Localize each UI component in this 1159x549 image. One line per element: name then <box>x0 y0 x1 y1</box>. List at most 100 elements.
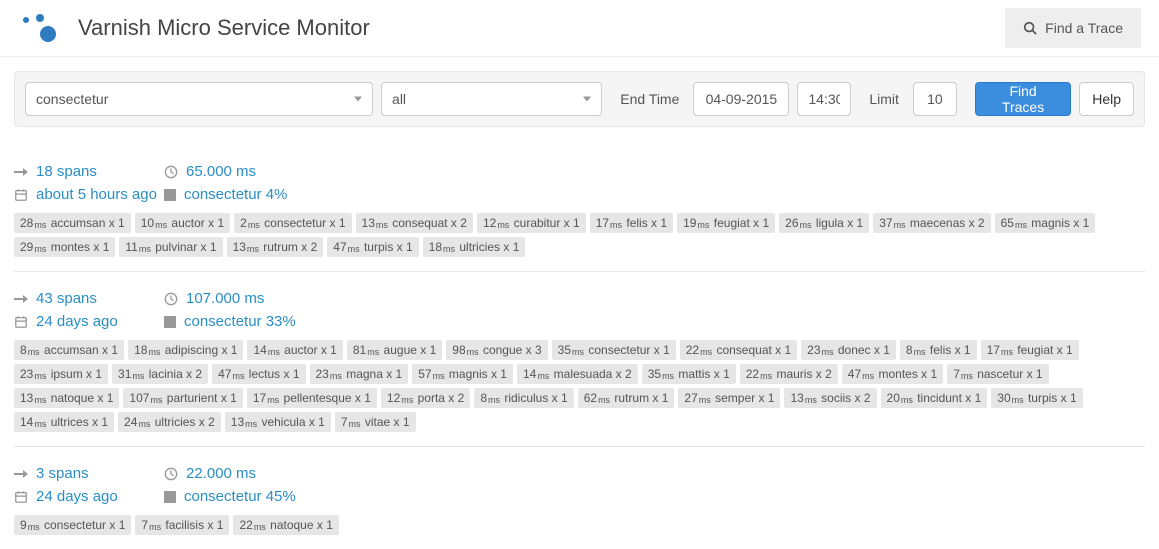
span-tag[interactable]: 14ms auctor x 1 <box>247 340 342 360</box>
tag-ms-unit: ms <box>34 419 46 429</box>
tag-name: auctor x 1 <box>168 216 224 230</box>
tag-ms: 14 <box>20 415 33 429</box>
end-time-input[interactable] <box>797 82 851 116</box>
limit-input[interactable] <box>913 82 957 116</box>
arrow-right-icon <box>14 293 28 305</box>
trace-percentage-link[interactable]: consectetur 4% <box>184 186 287 203</box>
trace-spans-link[interactable]: 3 spans <box>36 465 89 482</box>
span-tag[interactable]: 62ms rutrum x 1 <box>578 388 675 408</box>
end-date-input[interactable] <box>693 82 789 116</box>
span-tag[interactable]: 107ms parturient x 1 <box>123 388 242 408</box>
tag-name: lectus x 1 <box>245 367 299 381</box>
span-tag[interactable]: 8ms accumsan x 1 <box>14 340 124 360</box>
span-tag[interactable]: 8ms felis x 1 <box>900 340 977 360</box>
trace-age-link[interactable]: 24 days ago <box>36 488 118 505</box>
tag-name: magnis x 1 <box>446 367 507 381</box>
span-tag[interactable]: 28ms accumsan x 1 <box>14 213 131 233</box>
span-tag[interactable]: 11ms pulvinar x 1 <box>119 237 222 257</box>
span-tag[interactable]: 9ms consectetur x 1 <box>14 515 131 535</box>
help-button[interactable]: Help <box>1079 82 1134 116</box>
span-tag[interactable]: 20ms tincidunt x 1 <box>881 388 988 408</box>
span-tag[interactable]: 7ms facilisis x 1 <box>135 515 229 535</box>
span-tag[interactable]: 27ms semper x 1 <box>678 388 780 408</box>
span-tag[interactable]: 37ms maecenas x 2 <box>873 213 990 233</box>
calendar-icon <box>14 315 28 329</box>
span-tag[interactable]: 12ms porta x 2 <box>381 388 470 408</box>
trace-age-link[interactable]: 24 days ago <box>36 313 118 330</box>
span-tag[interactable]: 22ms mauris x 2 <box>740 364 838 384</box>
trace-duration-link[interactable]: 65.000 ms <box>186 163 256 180</box>
trace-duration-link[interactable]: 107.000 ms <box>186 290 264 307</box>
span-tag[interactable]: 13ms vehicula x 1 <box>225 412 331 432</box>
span-tag[interactable]: 30ms turpis x 1 <box>991 388 1082 408</box>
span-tag[interactable]: 26ms ligula x 1 <box>779 213 869 233</box>
span-tag[interactable]: 7ms vitae x 1 <box>335 412 416 432</box>
tag-name: augue x 1 <box>380 343 436 357</box>
trace-results: 18 spans 65.000 ms about 5 hours ago consec… <box>0 145 1159 549</box>
span-tag[interactable]: 29ms montes x 1 <box>14 237 115 257</box>
span-tag[interactable]: 35ms consectetur x 1 <box>552 340 676 360</box>
span-tag[interactable]: 47ms montes x 1 <box>842 364 943 384</box>
trace-age-link[interactable]: about 5 hours ago <box>36 186 157 203</box>
tag-ms-unit: ms <box>148 347 160 357</box>
trace-spans-link[interactable]: 43 spans <box>36 290 97 307</box>
span-tag[interactable]: 19ms feugiat x 1 <box>677 213 775 233</box>
span-tag[interactable]: 18ms adipiscing x 1 <box>128 340 243 360</box>
trace-spans-link[interactable]: 18 spans <box>36 163 97 180</box>
tag-ms: 35 <box>558 343 571 357</box>
span-tag[interactable]: 23ms ipsum x 1 <box>14 364 108 384</box>
tag-ms: 7 <box>141 518 148 532</box>
span-tag[interactable]: 10ms auctor x 1 <box>135 213 230 233</box>
span-tag[interactable]: 22ms consequat x 1 <box>680 340 797 360</box>
tag-name: feugiat x 1 <box>710 216 769 230</box>
span-tag[interactable]: 14ms malesuada x 2 <box>517 364 638 384</box>
span-tag[interactable]: 18ms ultricies x 1 <box>423 237 526 257</box>
span-tag[interactable]: 7ms nascetur x 1 <box>947 364 1048 384</box>
span-tag[interactable]: 35ms mattis x 1 <box>642 364 736 384</box>
service-select[interactable]: consectetur <box>25 82 373 116</box>
tag-ms-unit: ms <box>401 395 413 405</box>
find-traces-button[interactable]: Find Traces <box>975 82 1071 116</box>
tag-ms-unit: ms <box>34 220 46 230</box>
span-tag[interactable]: 12ms curabitur x 1 <box>477 213 586 233</box>
tag-ms: 27 <box>684 391 697 405</box>
span-tag[interactable]: 13ms sociis x 2 <box>784 388 876 408</box>
span-select[interactable]: all <box>381 82 602 116</box>
span-tag[interactable]: 13ms rutrum x 2 <box>227 237 324 257</box>
tag-name: vehicula x 1 <box>258 415 325 429</box>
span-tag[interactable]: 98ms congue x 3 <box>446 340 547 360</box>
trace-percentage-link[interactable]: consectetur 45% <box>184 488 296 505</box>
span-tag[interactable]: 23ms donec x 1 <box>801 340 896 360</box>
span-tag[interactable]: 17ms felis x 1 <box>590 213 673 233</box>
tag-name: vitae x 1 <box>362 415 410 429</box>
arrow-right-icon <box>14 468 28 480</box>
tag-ms-unit: ms <box>901 395 913 405</box>
span-tag[interactable]: 47ms turpis x 1 <box>327 237 418 257</box>
find-a-trace-button[interactable]: Find a Trace <box>1005 8 1141 48</box>
span-tag[interactable]: 47ms lectus x 1 <box>212 364 305 384</box>
tag-ms: 22 <box>239 518 252 532</box>
span-tag[interactable]: 2ms consectetur x 1 <box>234 213 351 233</box>
tag-ms-unit: ms <box>805 395 817 405</box>
span-tag[interactable]: 31ms lacinia x 2 <box>112 364 208 384</box>
span-tag[interactable]: 17ms feugiat x 1 <box>981 340 1079 360</box>
tag-name: rutrum x 1 <box>611 391 668 405</box>
trace-item: 3 spans 22.000 ms 24 days ago consectetur 4… <box>14 447 1145 549</box>
trace-percentage-link[interactable]: consectetur 33% <box>184 313 296 330</box>
tag-name: consectetur x 1 <box>261 216 346 230</box>
span-tag[interactable]: 13ms natoque x 1 <box>14 388 119 408</box>
tag-ms: 13 <box>362 216 375 230</box>
span-tag[interactable]: 13ms consequat x 2 <box>356 213 473 233</box>
span-tag[interactable]: 23ms magna x 1 <box>310 364 409 384</box>
span-tag[interactable]: 65ms magnis x 1 <box>995 213 1096 233</box>
span-tag[interactable]: 81ms augue x 1 <box>347 340 442 360</box>
span-tag[interactable]: 8ms ridiculus x 1 <box>474 388 573 408</box>
span-tag[interactable]: 17ms pellentesque x 1 <box>247 388 377 408</box>
span-tag[interactable]: 14ms ultrices x 1 <box>14 412 114 432</box>
trace-duration-link[interactable]: 22.000 ms <box>186 465 256 482</box>
search-toolbar: consectetur all End Time Limit Find Trac… <box>14 71 1145 127</box>
span-tag[interactable]: 57ms magnis x 1 <box>412 364 513 384</box>
span-tag[interactable]: 22ms natoque x 1 <box>233 515 338 535</box>
span-tag[interactable]: 24ms ultricies x 2 <box>118 412 221 432</box>
tag-name: consectetur x 1 <box>41 518 126 532</box>
